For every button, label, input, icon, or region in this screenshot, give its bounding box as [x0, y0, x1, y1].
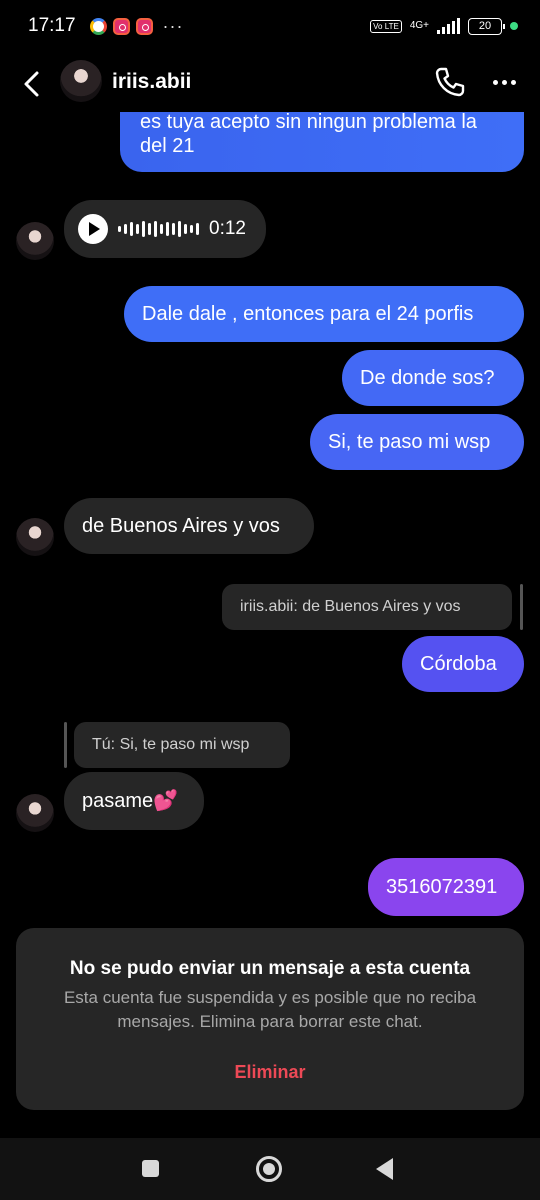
instagram-icon [112, 17, 130, 35]
message-text: pasame💕 [82, 790, 179, 812]
status-bar: 17:17 ··· Vo LTE 4G+ 20 [0, 0, 540, 52]
outgoing-message[interactable]: 3516072391 [368, 858, 524, 916]
back-triangle-button[interactable] [376, 1158, 393, 1180]
instagram-icon [135, 17, 153, 35]
play-icon[interactable] [78, 214, 108, 244]
status-right: Vo LTE 4G+ 20 [370, 17, 518, 35]
outgoing-message[interactable]: es tuya acepto sin ningun problema la de… [120, 112, 524, 172]
notice-title: No se pudo enviar un mensaje a esta cuen… [69, 958, 471, 979]
home-button[interactable] [256, 1156, 282, 1182]
sender-avatar[interactable] [16, 222, 54, 260]
message-text: De donde sos? [360, 367, 495, 389]
voice-duration: 0:12 [209, 218, 246, 239]
outgoing-message[interactable]: Córdoba [402, 636, 524, 692]
more-horizontal-icon [492, 79, 498, 85]
voice-message[interactable]: 0:12 [64, 200, 266, 258]
message-text: Si, te paso mi wsp [328, 431, 491, 453]
reply-preview[interactable]: iriis.abii: de Buenos Aires y vos [222, 584, 512, 630]
reply-text: iriis.abii: de Buenos Aires y vos [240, 598, 461, 615]
network-type: 4G+ [409, 20, 429, 31]
recents-button[interactable] [142, 1160, 159, 1177]
privacy-indicator-icon [510, 22, 518, 30]
incoming-message[interactable]: pasame💕 [64, 772, 204, 830]
waveform-icon [118, 219, 199, 239]
reply-text: Tú: Si, te paso mi wsp [92, 736, 250, 753]
back-button[interactable] [14, 64, 50, 104]
outgoing-message[interactable]: De donde sos? [342, 350, 524, 406]
notification-icons: ··· [89, 15, 184, 37]
system-nav-bar [0, 1138, 540, 1200]
message-text: 3516072391 [386, 876, 498, 898]
chat-header: iriis.abii [0, 56, 540, 112]
message-text: es tuya acepto sin ningun problema la [140, 112, 477, 133]
notice-body: Esta cuenta fue suspendida y es posible … [63, 988, 477, 1031]
reply-indicator [520, 584, 523, 630]
message-text: de Buenos Aires y vos [82, 515, 280, 537]
reply-indicator [64, 722, 67, 768]
phone-icon [435, 67, 465, 97]
chevron-left-icon [24, 71, 39, 97]
google-icon [89, 17, 107, 35]
status-time: 17:17 [28, 15, 76, 36]
delete-chat-button[interactable]: Eliminar [16, 1062, 524, 1083]
reply-preview[interactable]: Tú: Si, te paso mi wsp [74, 722, 290, 768]
signal-icon [437, 18, 460, 34]
profile-avatar[interactable] [60, 60, 102, 102]
message-text: Dale dale , entonces para el 24 porfis [142, 303, 474, 325]
outgoing-message[interactable]: Si, te paso mi wsp [310, 414, 524, 470]
sender-avatar[interactable] [16, 518, 54, 556]
message-text: Córdoba [420, 653, 497, 675]
battery-icon: 20 [468, 17, 505, 35]
message-text: del 21 [140, 135, 195, 157]
audio-call-button[interactable] [432, 64, 468, 100]
volte-badge: Vo LTE [370, 19, 402, 33]
account-suspended-notice: No se pudo enviar un mensaje a esta cuen… [16, 928, 524, 1110]
incoming-message[interactable]: de Buenos Aires y vos [64, 498, 314, 554]
chat-username[interactable]: iriis.abii [112, 70, 191, 94]
more-notifications-icon: ··· [162, 15, 184, 36]
more-options-button[interactable] [486, 64, 522, 100]
outgoing-message[interactable]: Dale dale , entonces para el 24 porfis [124, 286, 524, 342]
sender-avatar[interactable] [16, 794, 54, 832]
